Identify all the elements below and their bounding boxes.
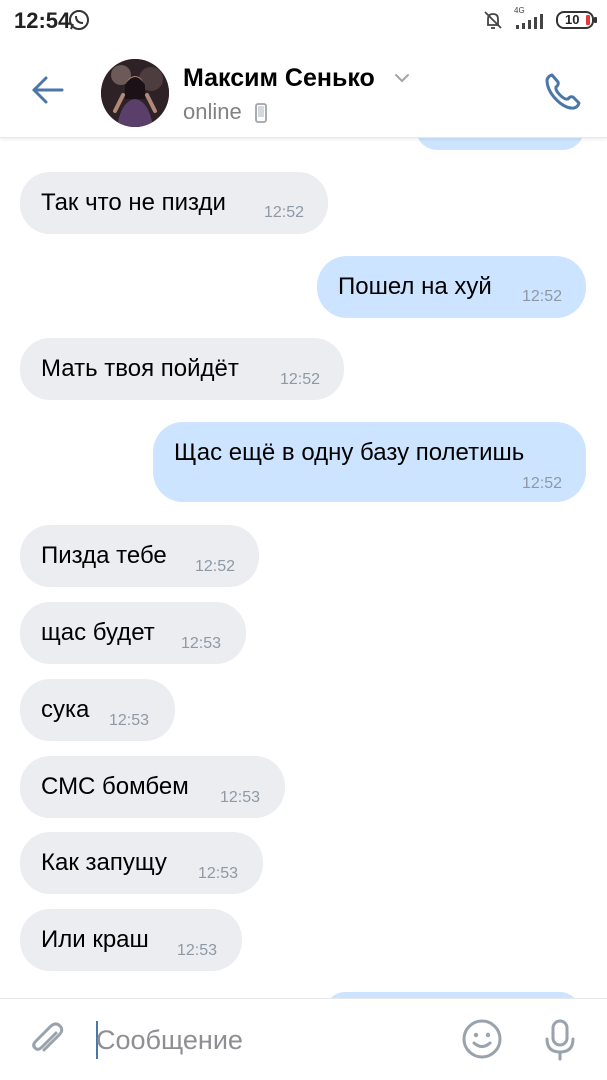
avatar[interactable] xyxy=(101,59,169,127)
phone-call-icon xyxy=(545,73,581,110)
message-time: 12:53 xyxy=(198,865,239,882)
message-bubble-partial[interactable] xyxy=(416,138,584,150)
message-bubble-outgoing[interactable]: Щас ещё в одну базу полетишь 12:52 xyxy=(153,422,586,502)
signal-icon xyxy=(516,14,550,35)
chevron-down-icon[interactable] xyxy=(393,69,411,87)
mobile-phone-icon xyxy=(255,103,267,123)
message-time: 12:52 xyxy=(522,288,563,305)
emoji-icon xyxy=(462,1019,502,1059)
message-time: 12:53 xyxy=(220,789,261,806)
back-button[interactable] xyxy=(22,68,70,116)
paperclip-icon xyxy=(32,1022,64,1052)
contact-name[interactable]: Максим Сенько xyxy=(183,64,375,93)
message-text: щас будет xyxy=(41,619,155,646)
message-bubble-incoming[interactable]: Как запущу 12:53 xyxy=(20,832,263,894)
message-bubble-incoming[interactable]: Так что не пизди 12:52 xyxy=(20,172,328,234)
message-list[interactable]: Так что не пизди 12:52 Пошел на хуй 12:5… xyxy=(0,138,607,998)
status-bar: 12:54 4G 10 xyxy=(0,0,607,44)
message-text: Щас ещё в одну базу полетишь xyxy=(174,439,525,466)
message-time: 12:52 xyxy=(280,371,321,388)
emoji-button[interactable] xyxy=(460,1017,504,1061)
message-time: 12:52 xyxy=(264,204,305,221)
voice-message-button[interactable] xyxy=(540,1017,580,1063)
message-bubble-incoming[interactable]: Пизда тебе 12:52 xyxy=(20,525,259,587)
message-time: 12:53 xyxy=(177,942,218,959)
message-bubble-incoming[interactable]: сука 12:53 xyxy=(20,679,175,741)
message-text: Пошел на хуй xyxy=(338,273,492,300)
message-text: Как запущу xyxy=(41,849,167,876)
whatsapp-icon xyxy=(68,9,90,36)
message-time: 12:53 xyxy=(109,712,150,729)
chat-header: Максим Сенько online xyxy=(0,44,607,138)
call-button[interactable] xyxy=(538,68,586,116)
mute-icon xyxy=(482,9,504,36)
microphone-icon xyxy=(545,1019,575,1061)
back-arrow-icon xyxy=(32,76,64,104)
status-time: 12:54 xyxy=(14,8,71,33)
message-time: 12:52 xyxy=(522,475,563,492)
message-text: Или краш xyxy=(41,926,149,953)
message-bubble-incoming[interactable]: Или краш 12:53 xyxy=(20,909,242,971)
message-input-bar xyxy=(0,998,607,1080)
message-text: Мать твоя пойдёт xyxy=(41,355,239,382)
message-text: Так что не пизди xyxy=(41,189,226,216)
battery-level: 10 xyxy=(565,12,580,27)
message-bubble-incoming[interactable]: Мать твоя пойдёт 12:52 xyxy=(20,338,344,400)
attach-button[interactable] xyxy=(26,1019,68,1061)
message-input[interactable] xyxy=(96,1017,436,1063)
message-bubble-incoming[interactable]: щас будет 12:53 xyxy=(20,602,246,664)
message-text: Пизда тебе xyxy=(41,542,167,569)
message-time: 12:53 xyxy=(181,635,222,652)
message-bubble-incoming[interactable]: СМС бомбем 12:53 xyxy=(20,756,285,818)
message-text: СМС бомбем xyxy=(41,773,189,800)
contact-status: online xyxy=(183,99,242,124)
message-text: сука xyxy=(41,696,90,723)
message-bubble-outgoing[interactable]: Пошел на хуй 12:52 xyxy=(317,256,586,318)
message-time: 12:52 xyxy=(195,558,236,575)
